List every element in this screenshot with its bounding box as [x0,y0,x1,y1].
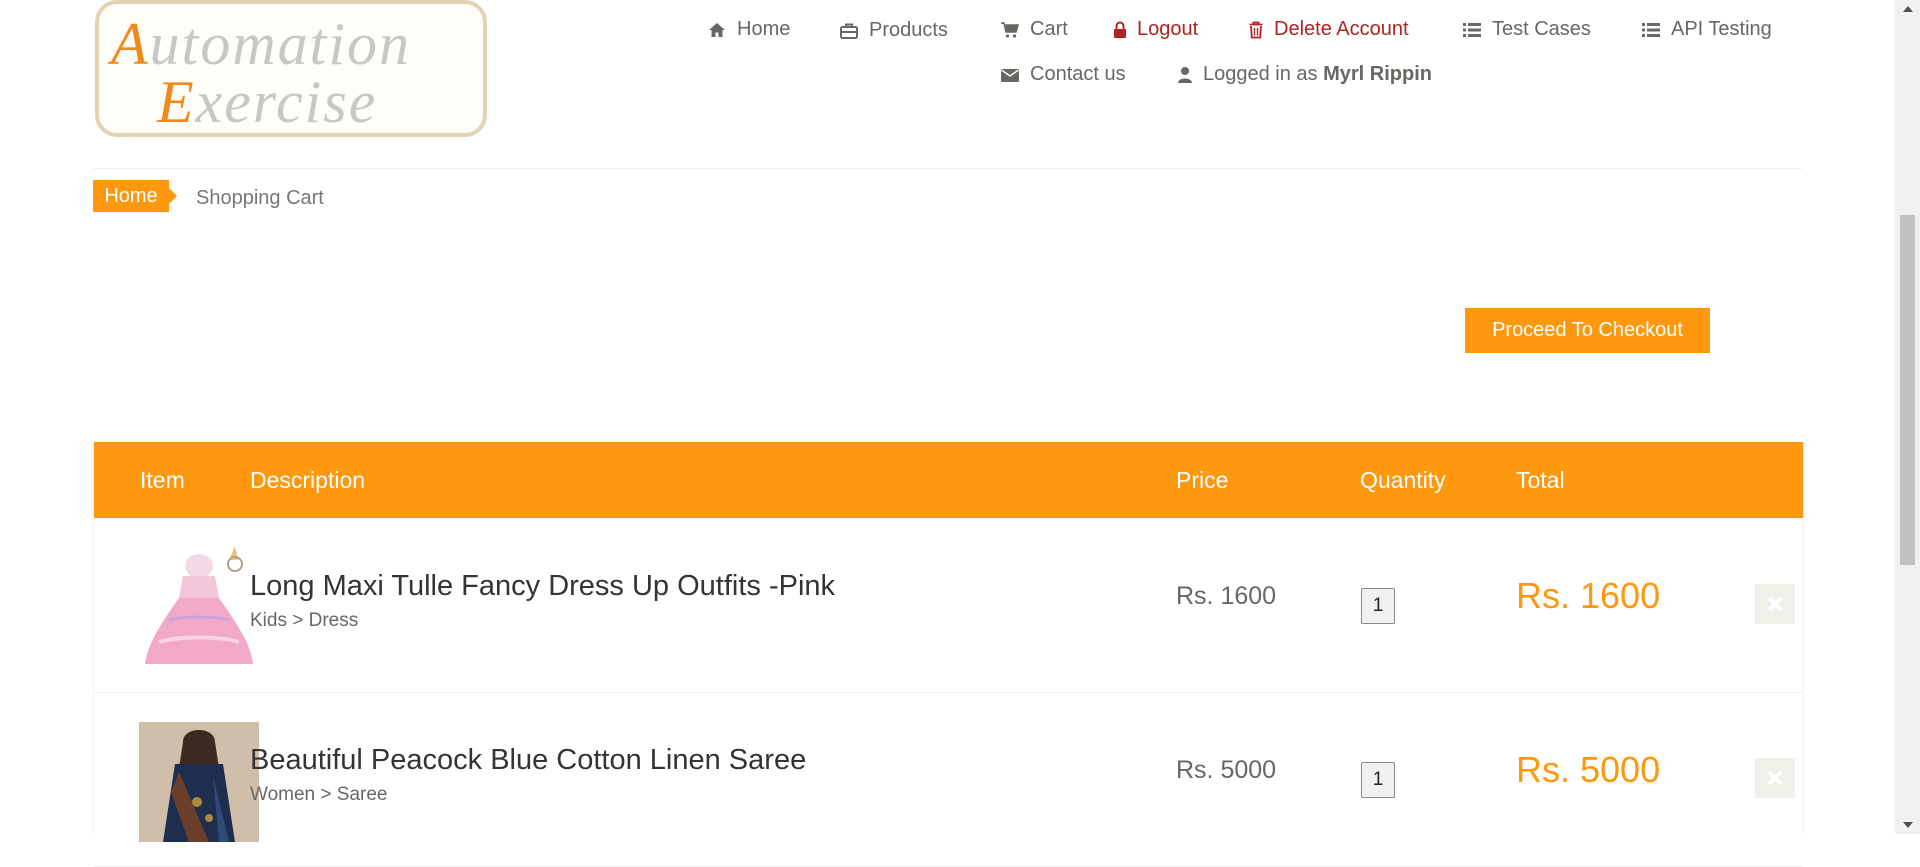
user-icon [1177,65,1193,85]
proceed-to-checkout-button[interactable]: Proceed To Checkout [1465,308,1710,353]
delete-item-button[interactable] [1755,584,1795,624]
nav-contact-us-label: Contact us [1030,63,1126,85]
nav-logout[interactable]: Logout [1113,18,1198,41]
nav-test-cases-label: Test Cases [1492,18,1591,40]
header-quantity: Quantity [1360,467,1446,493]
nav-cart[interactable]: Cart [1000,18,1068,41]
header-divider [93,168,1802,169]
header-price: Price [1176,467,1229,493]
logged-in-status[interactable]: Logged in as Myrl Rippin [1177,63,1432,86]
nav-api-testing-label: API Testing [1671,18,1772,40]
product-price: Rs. 5000 [1176,756,1277,784]
nav-products[interactable]: Products [839,19,948,42]
briefcase-icon [839,21,859,41]
user-name: Myrl Rippin [1323,63,1432,85]
product-total: Rs. 5000 [1516,749,1661,790]
lock-icon [1113,20,1127,40]
list-icon [1462,20,1482,40]
logged-in-text: Logged in as Myrl Rippin [1203,63,1432,86]
scroll-down-arrow[interactable] [1903,822,1913,828]
header-item: Item [140,467,185,493]
site-logo[interactable]: Automation Exercise [95,0,487,137]
trash-icon [1248,20,1264,40]
nav-products-label: Products [869,19,948,41]
quantity-box[interactable]: 1 [1361,762,1395,798]
header-total: Total [1516,467,1565,493]
header-description: Description [250,467,366,493]
product-category: Women > Saree [250,784,388,805]
cart-table: Item Description Price Quantity Total Lo… [93,442,1804,867]
nav-test-cases[interactable]: Test Cases [1462,18,1591,41]
page-scrollbar[interactable] [1895,0,1920,834]
home-icon [707,20,727,40]
product-name-link[interactable]: Long Maxi Tulle Fancy Dress Up Outfits -… [250,570,835,603]
list-icon [1641,20,1661,40]
product-price: Rs. 1600 [1176,582,1277,610]
scrollbar-thumb[interactable] [1900,215,1915,565]
logo-line-2: Exercise [157,69,378,135]
cart-table-header: Item Description Price Quantity Total [94,442,1803,518]
envelope-icon [1000,65,1020,85]
scroll-up-arrow[interactable] [1903,6,1913,12]
cart-row: Long Maxi Tulle Fancy Dress Up Outfits -… [94,518,1803,693]
cart-icon [1000,20,1020,40]
nav-delete-account-label: Delete Account [1274,18,1409,40]
nav-api-testing[interactable]: API Testing [1641,18,1772,41]
nav-delete-account[interactable]: Delete Account [1248,18,1409,41]
quantity-box[interactable]: 1 [1361,588,1395,624]
nav-home[interactable]: Home [707,18,790,41]
cart-row: Beautiful Peacock Blue Cotton Linen Sare… [94,692,1803,867]
nav-cart-label: Cart [1030,18,1068,40]
product-image[interactable] [139,722,259,842]
product-category: Kids > Dress [250,610,359,631]
breadcrumb-home[interactable]: Home [93,180,177,212]
logged-in-prefix: Logged in as [1203,63,1318,85]
product-name-link[interactable]: Beautiful Peacock Blue Cotton Linen Sare… [250,744,806,777]
product-total: Rs. 1600 [1516,575,1661,616]
product-image[interactable] [139,546,259,666]
nav-contact-us[interactable]: Contact us [1000,63,1126,86]
nav-logout-label: Logout [1137,18,1199,40]
breadcrumb-current: Shopping Cart [196,187,324,209]
delete-item-button[interactable] [1755,758,1795,798]
nav-home-label: Home [737,18,791,40]
